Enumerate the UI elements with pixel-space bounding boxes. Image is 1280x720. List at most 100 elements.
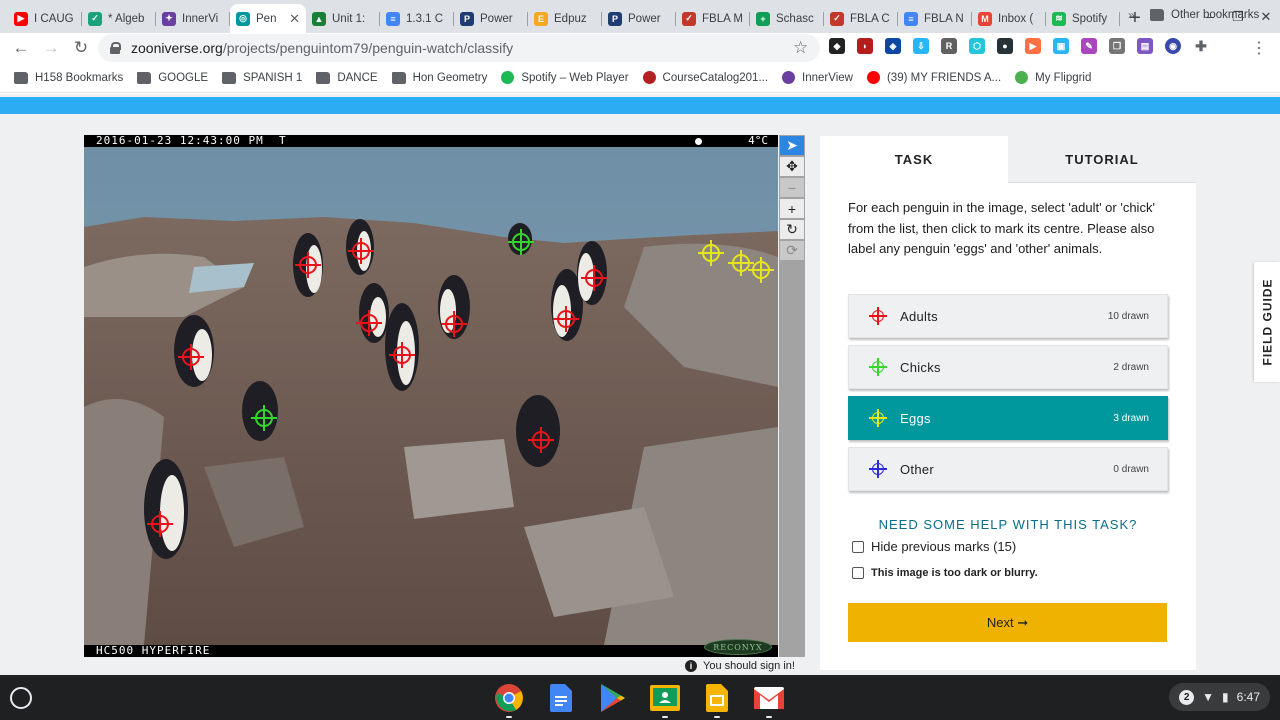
browser-tab[interactable]: ▲ Unit 1: xyxy=(306,4,380,33)
answer-label: Adults xyxy=(900,308,938,324)
answer-adults[interactable]: Adults 10 drawn xyxy=(848,294,1168,338)
bookmark-item[interactable]: H158 Bookmarks xyxy=(14,71,123,84)
tab-tutorial[interactable]: TUTORIAL xyxy=(1008,136,1196,183)
browser-tab[interactable]: ≡ FBLA N xyxy=(898,4,972,33)
bookmark-item[interactable]: SPANISH 1 xyxy=(222,71,303,84)
bookmark-item[interactable]: (39) MY FRIENDS A... xyxy=(866,71,1001,84)
browser-tab[interactable]: ≋ Spotify xyxy=(1046,4,1120,33)
answer-other[interactable]: Other 0 drawn xyxy=(848,447,1168,491)
next-button[interactable]: Next ➞ xyxy=(848,603,1167,642)
answer-eggs[interactable]: Eggs 3 drawn xyxy=(848,396,1168,440)
extension-drop-icon[interactable]: ◈ xyxy=(885,38,901,54)
reload-icon[interactable]: ↻ xyxy=(66,38,96,58)
bookmark-star-icon[interactable]: ☆ xyxy=(793,38,808,58)
egg-mark[interactable] xyxy=(698,240,724,266)
back-icon[interactable]: ← xyxy=(6,38,36,58)
browser-tab[interactable]: P Power xyxy=(454,4,528,33)
adult-mark[interactable] xyxy=(389,342,415,368)
adult-mark[interactable] xyxy=(528,427,554,453)
zoom-out-icon[interactable]: − xyxy=(780,178,804,197)
extension-play-icon[interactable]: ▶ xyxy=(1025,38,1041,54)
answer-chicks[interactable]: Chicks 2 drawn xyxy=(848,345,1168,389)
status-tray[interactable]: 2 ▼ ▮ 6:47 xyxy=(1169,683,1270,711)
adult-mark[interactable] xyxy=(295,252,321,278)
extension-spy-icon[interactable]: ◆ xyxy=(829,38,845,54)
forward-icon[interactable]: → xyxy=(36,38,66,58)
tab-close-icon[interactable]: ✕ xyxy=(289,11,300,27)
bookmark-item[interactable]: DANCE xyxy=(316,71,378,84)
browser-tab[interactable]: ✓ FBLA C xyxy=(824,4,898,33)
sign-in-notice[interactable]: i You should sign in! xyxy=(685,660,795,672)
adult-mark[interactable] xyxy=(441,311,467,337)
checkbox-icon[interactable] xyxy=(852,540,864,553)
classroom-app-icon[interactable] xyxy=(648,683,682,718)
extension-tw-icon[interactable]: ✎ xyxy=(1081,38,1097,54)
field-guide-tab[interactable]: FIELD GUIDE xyxy=(1254,262,1280,382)
extension-circle-icon[interactable]: ● xyxy=(997,38,1013,54)
adult-mark[interactable] xyxy=(178,344,204,370)
extension-hex-icon[interactable]: ⬡ xyxy=(969,38,985,54)
site-favicon-icon xyxy=(642,71,656,84)
reset-view-icon[interactable]: ⟳ xyxy=(780,241,804,260)
bookmark-item[interactable]: My Flipgrid xyxy=(1015,71,1091,84)
browser-tab[interactable]: ✓ * Algeb xyxy=(82,4,156,33)
new-tab-button[interactable]: + xyxy=(1120,4,1150,33)
adult-mark[interactable] xyxy=(356,310,382,336)
extension-copy-icon[interactable]: ❐ xyxy=(1109,38,1125,54)
bookmarks-overflow-icon[interactable]: » xyxy=(1128,8,1135,22)
browser-tab[interactable]: M Inbox ( xyxy=(972,4,1046,33)
browser-tab[interactable]: + Schasc xyxy=(750,4,824,33)
other-bookmarks[interactable]: Other bookmarks xyxy=(1150,0,1259,30)
extension-k-icon[interactable]: ◉ xyxy=(1165,38,1181,54)
bookmark-item[interactable]: CourseCatalog201... xyxy=(642,71,768,84)
subject-image[interactable]: 2016-01-23 12:43:00 PM T 4°C HC500 HYPER… xyxy=(84,135,778,657)
extension-shield-icon[interactable]: ◗ xyxy=(857,38,873,54)
adult-mark[interactable] xyxy=(581,265,607,291)
extension-r-icon[interactable]: R xyxy=(941,38,957,54)
pointer-tool-icon[interactable]: ➤ xyxy=(780,136,804,155)
bookmark-item[interactable]: GOOGLE xyxy=(137,71,208,84)
help-link[interactable]: NEED SOME HELP WITH THIS TASK? xyxy=(820,517,1196,532)
checkbox-icon[interactable] xyxy=(852,567,864,579)
chick-mark[interactable] xyxy=(508,229,534,255)
address-bar[interactable]: zooniverse.org/projects/penguintom79/pen… xyxy=(98,34,820,62)
tab-task[interactable]: TASK xyxy=(820,136,1008,183)
tab-title: I CAUG xyxy=(34,12,74,25)
task-instructions: For each penguin in the image, select 'a… xyxy=(848,200,1155,256)
chrome-app-icon[interactable] xyxy=(492,683,526,718)
browser-tab[interactable]: ≡ 1.3.1 C xyxy=(380,4,454,33)
bookmark-item[interactable]: Hon Geometry xyxy=(391,71,487,84)
rotate-icon[interactable]: ↻ xyxy=(780,220,804,239)
browser-tab[interactable]: ✓ FBLA M xyxy=(676,4,750,33)
browser-tab[interactable]: E Edpuz xyxy=(528,4,602,33)
extension-pdf-icon[interactable]: ▤ xyxy=(1137,38,1153,54)
zoom-in-icon[interactable]: + xyxy=(780,199,804,218)
adult-mark[interactable] xyxy=(348,238,374,264)
browser-tab[interactable]: ▶ I CAUG xyxy=(8,4,82,33)
docs-app-icon[interactable] xyxy=(544,683,578,713)
field-guide-label: FIELD GUIDE xyxy=(1260,278,1275,366)
egg-mark[interactable] xyxy=(748,257,774,283)
extension-download-icon[interactable]: ⇩ xyxy=(913,38,929,54)
bookmark-label: SPANISH 1 xyxy=(243,71,303,84)
hide-marks-checkbox[interactable]: Hide previous marks (15) xyxy=(852,539,1016,554)
too-dark-checkbox[interactable]: This image is too dark or blurry. xyxy=(852,567,1038,579)
slides-app-icon[interactable] xyxy=(700,683,734,718)
adult-mark[interactable] xyxy=(553,306,579,332)
bookmark-item[interactable]: Spotify – Web Player xyxy=(501,71,629,84)
answer-count: 3 drawn xyxy=(1113,412,1149,424)
play-store-icon[interactable] xyxy=(596,683,630,713)
move-tool-icon[interactable]: ✥ xyxy=(780,157,804,176)
browser-tab[interactable]: ◎ Pen ✕ xyxy=(230,4,306,33)
browser-tab[interactable]: P Power xyxy=(602,4,676,33)
extensions-puzzle-icon[interactable]: ✚ xyxy=(1193,38,1209,54)
tab-favicon-icon: + xyxy=(756,11,770,26)
gmail-app-icon[interactable] xyxy=(752,683,786,718)
extension-screen-icon[interactable]: ▣ xyxy=(1053,38,1069,54)
more-menu-icon[interactable]: ⋮ xyxy=(1251,38,1267,58)
adult-mark[interactable] xyxy=(147,511,173,537)
bookmark-item[interactable]: InnerView xyxy=(782,71,853,84)
launcher-icon[interactable] xyxy=(10,687,32,709)
chick-mark[interactable] xyxy=(251,405,277,431)
browser-tab[interactable]: ✦ InnerVi xyxy=(156,4,230,33)
